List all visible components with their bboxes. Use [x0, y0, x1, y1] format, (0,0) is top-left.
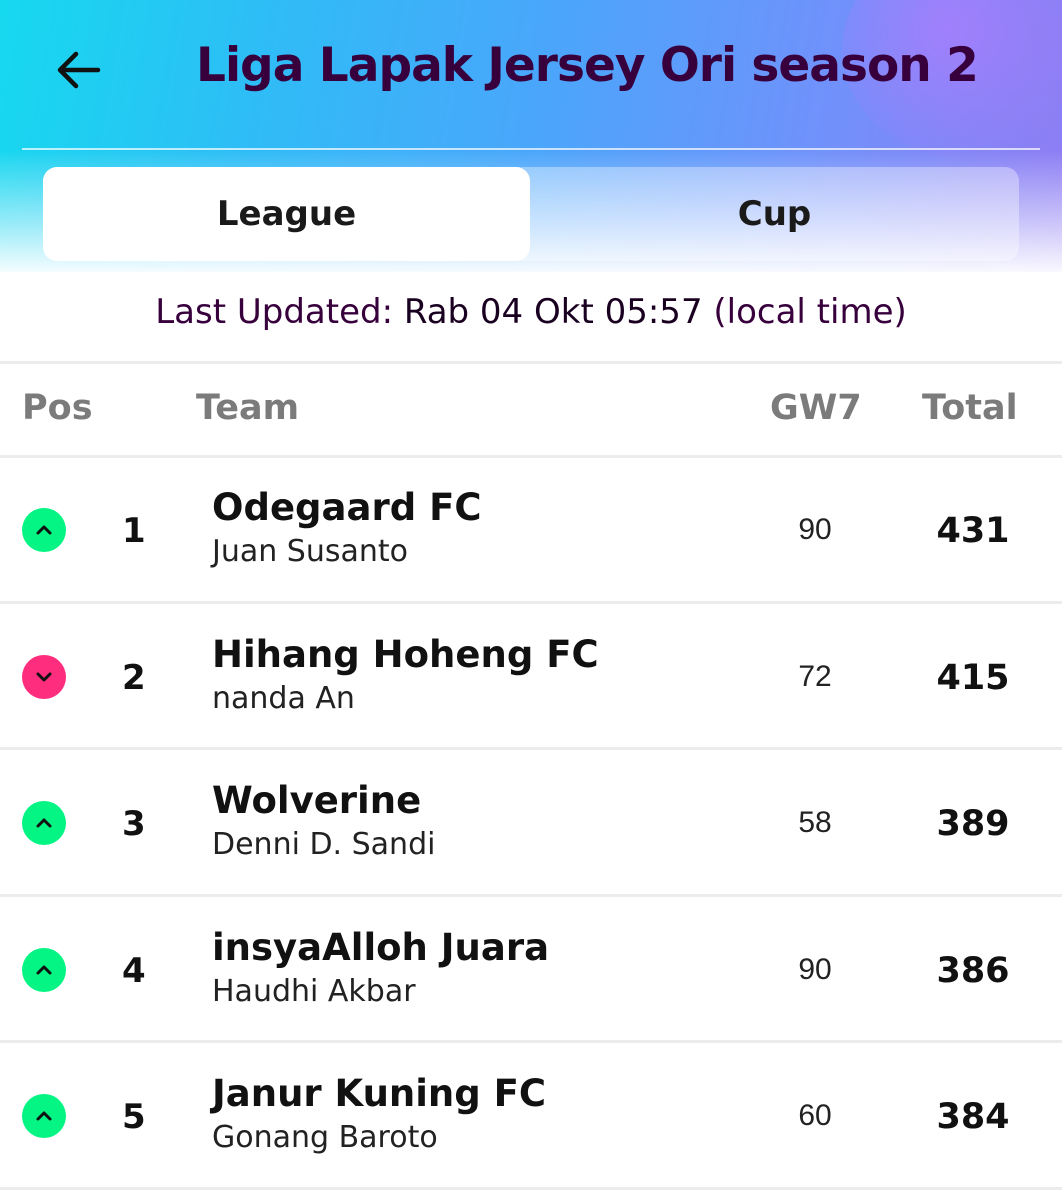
last-updated-suffix: (local time)	[702, 292, 907, 332]
total-points: 384	[936, 1097, 1010, 1137]
gameweek-points: 90	[798, 952, 832, 986]
manager-name: Denni D. Sandi	[212, 827, 436, 862]
last-updated-prefix: Last Updated:	[155, 292, 404, 332]
table-row[interactable]: 3 Wolverine Denni D. Sandi 58 389	[0, 750, 1062, 896]
position-number: 5	[122, 1097, 146, 1137]
team-name[interactable]: Janur Kuning FC	[212, 1072, 546, 1115]
team-name[interactable]: insyaAlloh Juara	[212, 926, 549, 969]
rank-up-icon	[22, 947, 66, 992]
column-header-total: Total	[922, 388, 1018, 428]
total-points: 386	[936, 950, 1010, 991]
gameweek-points: 60	[798, 1099, 832, 1132]
manager-name: Gonang Baroto	[212, 1120, 438, 1155]
header-divider	[22, 148, 1040, 150]
rank-down-icon	[22, 654, 66, 699]
manager-name: Juan Susanto	[212, 534, 408, 569]
column-header-team: Team	[196, 388, 300, 428]
total-points: 389	[936, 804, 1010, 844]
position-number: 3	[122, 804, 146, 844]
last-updated-timestamp: Rab 04 Okt 05:57	[403, 292, 703, 332]
league-header: Liga Lapak Jersey Ori season 2 League Cu…	[0, 0, 1062, 272]
tab-cup[interactable]: Cup	[530, 167, 1019, 261]
gameweek-points: 72	[798, 659, 832, 693]
gameweek-points: 58	[798, 806, 832, 839]
tab-league[interactable]: League	[43, 167, 530, 261]
table-row[interactable]: 1 Odegaard FC Juan Susanto 90 431	[0, 457, 1062, 603]
table-row[interactable]: 5 Janur Kuning FC Gonang Baroto 60 384	[0, 1043, 1062, 1189]
table-row[interactable]: 2 Hihang Hoheng FC nanda An 72 415	[0, 604, 1062, 750]
manager-name: nanda An	[212, 680, 355, 716]
total-points: 415	[936, 657, 1010, 698]
row-divider	[0, 1186, 1062, 1190]
position-number: 2	[122, 657, 146, 698]
position-number: 1	[122, 511, 146, 551]
manager-name: Haudhi Akbar	[212, 973, 416, 1009]
rank-up-icon	[22, 801, 66, 845]
team-name[interactable]: Odegaard FC	[212, 486, 482, 529]
column-header-gw: GW7	[770, 388, 862, 428]
position-number: 4	[122, 950, 146, 991]
team-name[interactable]: Wolverine	[212, 779, 421, 822]
team-name[interactable]: Hihang Hoheng FC	[212, 633, 599, 676]
gameweek-points: 90	[798, 513, 832, 546]
arrow-left-icon	[57, 51, 101, 89]
page-title: Liga Lapak Jersey Ori season 2	[196, 38, 979, 93]
last-updated: Last Updated: Rab 04 Okt 05:57 (local ti…	[0, 292, 1062, 332]
table-row[interactable]: 4 insyaAlloh Juara Haudhi Akbar 90 386	[0, 897, 1062, 1043]
column-header-pos: Pos	[22, 388, 93, 428]
back-button[interactable]	[48, 40, 108, 100]
divider	[0, 361, 1062, 364]
rank-up-icon	[22, 1094, 66, 1138]
tab-bar: League Cup	[43, 167, 1019, 261]
total-points: 431	[936, 511, 1010, 551]
rank-up-icon	[22, 508, 66, 552]
